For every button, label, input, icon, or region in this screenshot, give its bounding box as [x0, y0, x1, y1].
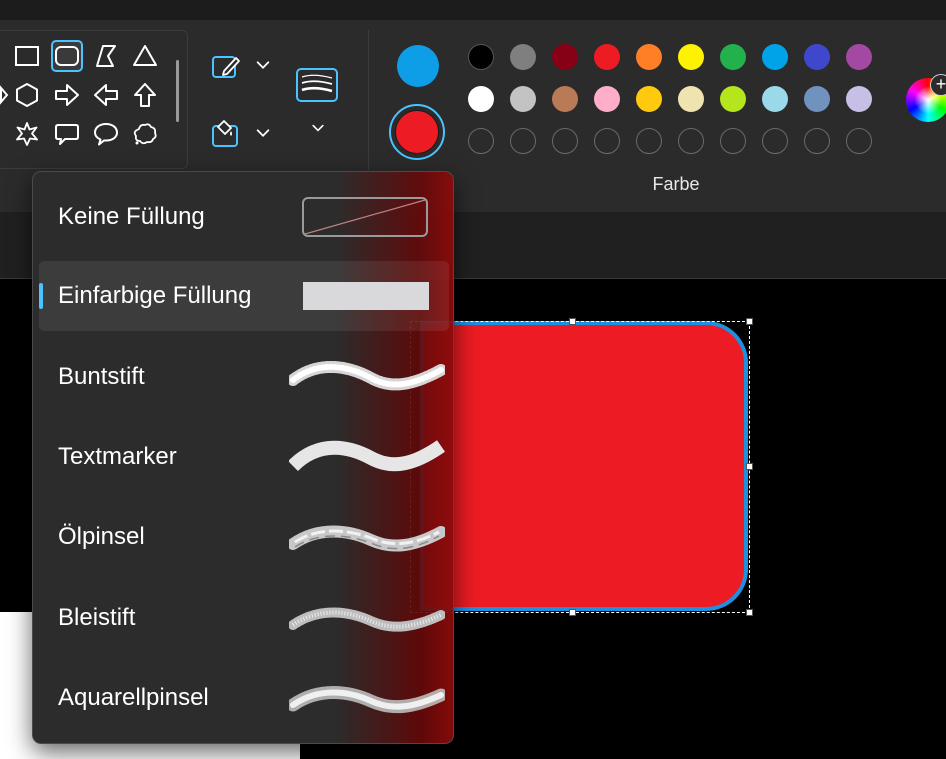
color-swatch[interactable]: [594, 86, 620, 112]
menu-item-label: Buntstift: [58, 363, 145, 390]
hexagon-icon[interactable]: [11, 79, 43, 111]
custom-color-slot[interactable]: [846, 128, 872, 154]
color-swatch[interactable]: [678, 86, 704, 112]
resize-handle-bottom-right[interactable]: [746, 609, 753, 616]
brush-size-icon[interactable]: [294, 66, 340, 104]
pencil-outline-icon[interactable]: [206, 50, 246, 82]
color-swatch[interactable]: [468, 44, 494, 70]
rectangle-icon[interactable]: [11, 40, 43, 72]
resize-handle-bottom[interactable]: [569, 609, 576, 616]
custom-color-slot[interactable]: [804, 128, 830, 154]
color-swatch[interactable]: [636, 86, 662, 112]
custom-color-slot[interactable]: [468, 128, 494, 154]
color-swatch[interactable]: [552, 86, 578, 112]
menu-item-label: Textmarker: [58, 443, 177, 470]
color-swatch[interactable]: [720, 44, 746, 70]
custom-color-slot[interactable]: [762, 128, 788, 154]
triangle-icon[interactable]: [129, 40, 161, 72]
custom-color-slot[interactable]: [720, 128, 746, 154]
menu-item-label: Keine Füllung: [58, 203, 205, 230]
color-swatch[interactable]: [804, 86, 830, 112]
selected-indicator: [39, 283, 43, 309]
polygon-icon[interactable]: [90, 40, 122, 72]
watercolor-brush-preview-icon: [289, 686, 445, 714]
custom-color-slot[interactable]: [510, 128, 536, 154]
pencil-brush-preview-icon: [289, 607, 445, 632]
brush-size-chevron-icon[interactable]: [306, 116, 330, 140]
custom-color-slot[interactable]: [636, 128, 662, 154]
primary-color-swatch[interactable]: [397, 45, 439, 87]
outline-dropdown-chevron-icon[interactable]: [250, 52, 276, 78]
crayon-brush-preview-icon: [289, 361, 445, 391]
color-swatch[interactable]: [594, 44, 620, 70]
color-swatch[interactable]: [636, 44, 662, 70]
rounded-rectangle-icon[interactable]: [51, 40, 83, 72]
ribbon-divider: [368, 30, 369, 170]
menu-item-no-fill[interactable]: Keine Füllung: [39, 182, 449, 252]
menu-item-crayon[interactable]: Buntstift: [39, 342, 449, 412]
paint-bucket-icon[interactable]: [206, 116, 246, 150]
shapes-scrollbar[interactable]: [176, 60, 179, 122]
resize-handle-top-right[interactable]: [746, 318, 753, 325]
add-color-icon[interactable]: +: [930, 74, 946, 96]
color-swatch[interactable]: [552, 44, 578, 70]
color-swatch[interactable]: [468, 86, 494, 112]
menu-item-label: Einfarbige Füllung: [58, 282, 252, 309]
custom-color-slot[interactable]: [594, 128, 620, 154]
menu-item-label: Bleistift: [58, 604, 136, 631]
secondary-color-selector[interactable]: [389, 104, 445, 160]
color-swatch[interactable]: [510, 86, 536, 112]
speech-bubble-rect-icon[interactable]: [51, 118, 83, 150]
color-swatch[interactable]: [762, 86, 788, 112]
color-swatch[interactable]: [804, 44, 830, 70]
star-icon[interactable]: [11, 118, 43, 150]
resize-handle-top[interactable]: [569, 318, 576, 325]
menu-item-marker[interactable]: Textmarker: [39, 422, 449, 492]
solid-fill-preview-icon: [303, 282, 429, 310]
color-swatch[interactable]: [720, 86, 746, 112]
menu-item-label: Ölpinsel: [58, 523, 145, 550]
oil-brush-preview-icon: [289, 525, 445, 552]
color-swatch[interactable]: [846, 44, 872, 70]
fill-dropdown-chevron-icon[interactable]: [250, 120, 276, 146]
color-swatch[interactable]: [510, 44, 536, 70]
custom-color-slot[interactable]: [678, 128, 704, 154]
menu-item-pencil[interactable]: Bleistift: [39, 583, 449, 653]
menu-item-solid-fill[interactable]: Einfarbige Füllung: [39, 261, 449, 331]
color-swatch[interactable]: [762, 44, 788, 70]
menu-item-label: Aquarellpinsel: [58, 684, 209, 711]
speech-bubble-oval-icon[interactable]: [90, 118, 122, 150]
arrow-left-icon[interactable]: [90, 79, 122, 111]
resize-handle-right[interactable]: [746, 463, 753, 470]
arrow-up-icon[interactable]: [129, 79, 161, 111]
color-swatch[interactable]: [678, 44, 704, 70]
no-fill-preview-icon: [302, 197, 428, 237]
colors-group-label: Farbe: [652, 174, 700, 194]
menu-item-watercolor[interactable]: Aquarellpinsel: [39, 663, 449, 733]
selection-box[interactable]: [410, 321, 750, 613]
title-strip: [0, 0, 946, 20]
secondary-color-swatch: [395, 110, 439, 154]
custom-color-slot[interactable]: [552, 128, 578, 154]
marker-brush-preview-icon: [289, 440, 445, 472]
menu-item-oil-brush[interactable]: Ölpinsel: [39, 502, 449, 572]
arrow-right-icon[interactable]: [51, 79, 83, 111]
fill-dropdown-menu: Keine Füllung Einfarbige Füllung Buntsti…: [32, 171, 454, 744]
speech-bubble-cloud-icon[interactable]: [129, 118, 161, 150]
color-swatch[interactable]: [846, 86, 872, 112]
